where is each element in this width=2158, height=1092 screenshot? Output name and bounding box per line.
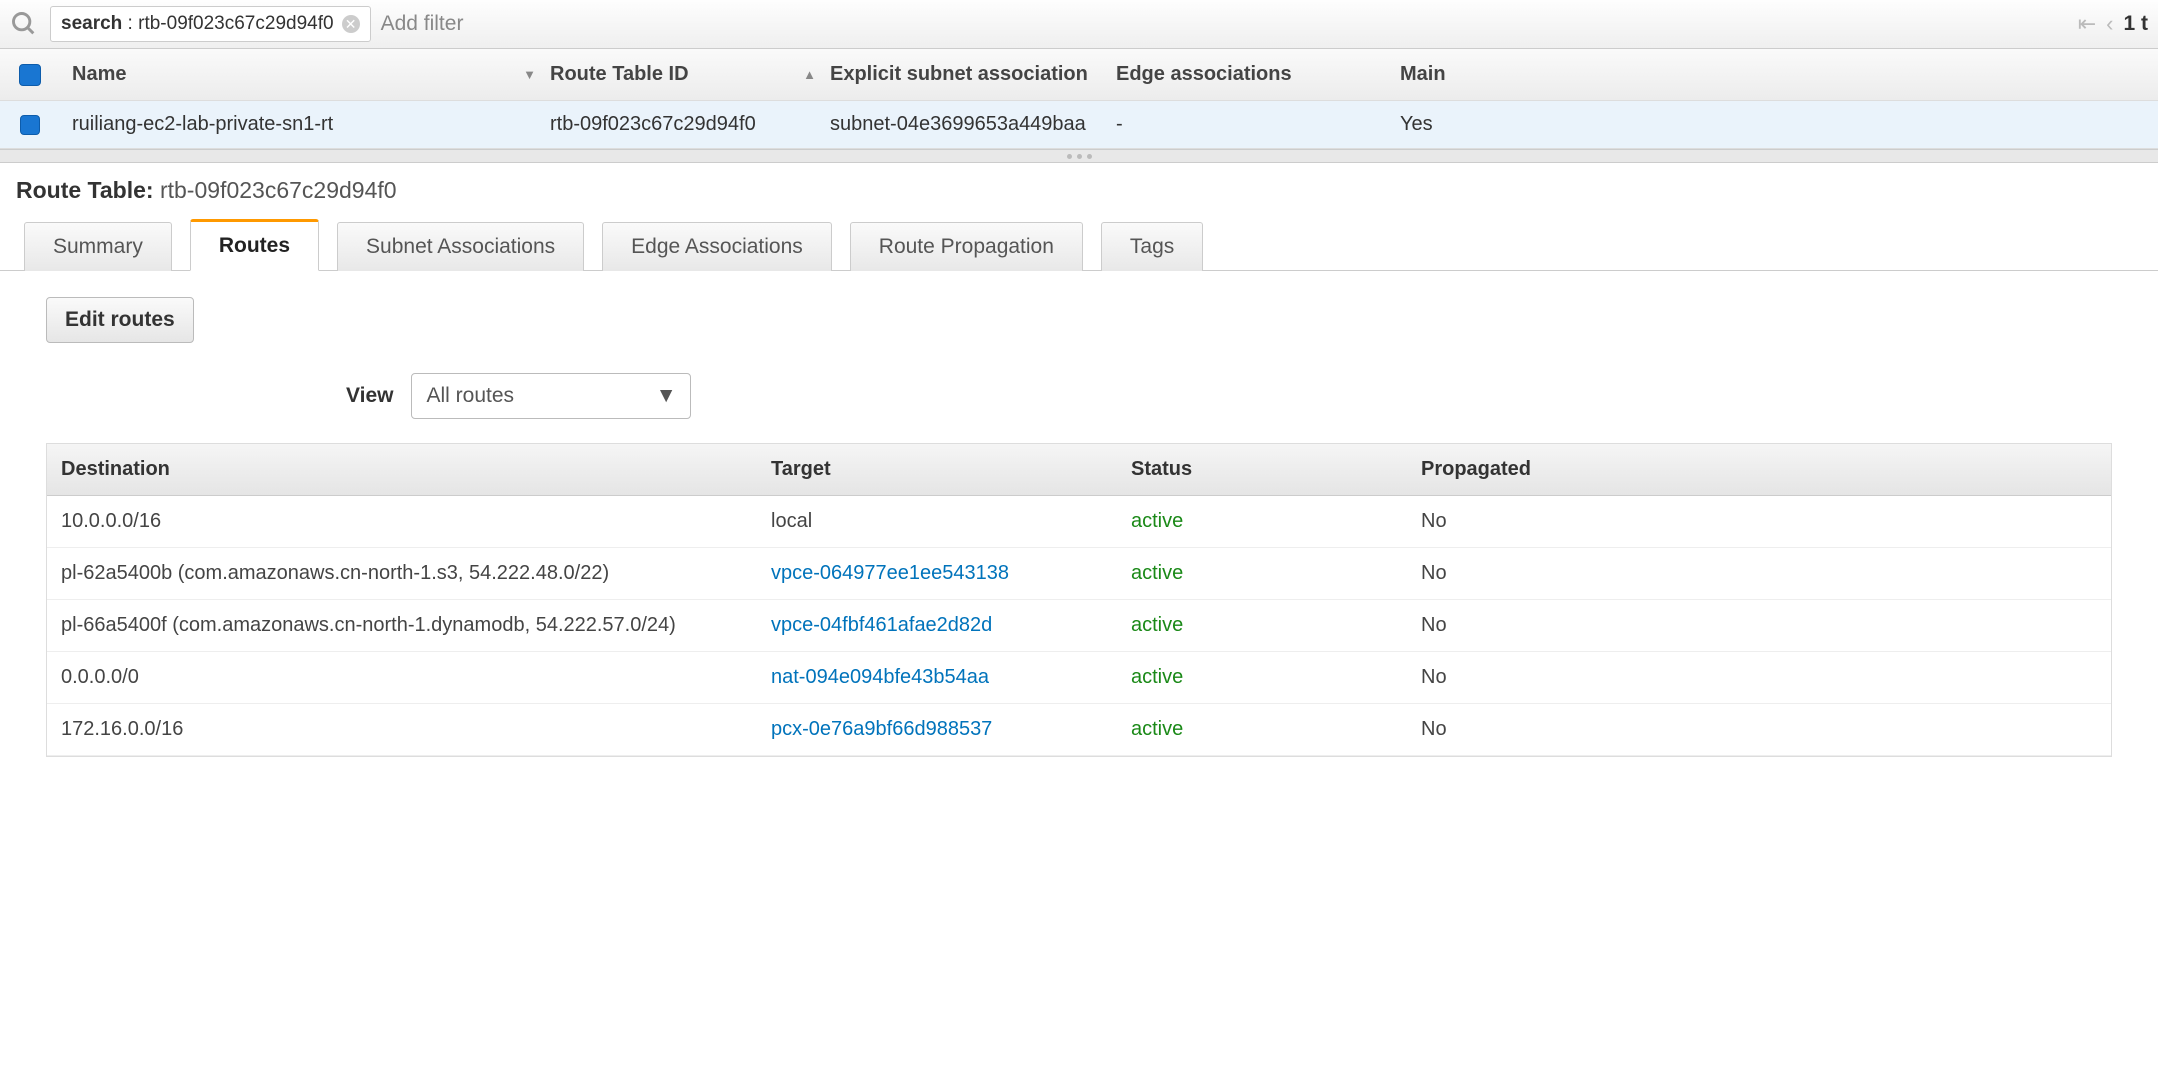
detail-label: Route Table: bbox=[16, 177, 154, 203]
view-filter-row: View All routes ▼ bbox=[346, 373, 2112, 419]
tab-summary[interactable]: Summary bbox=[24, 222, 172, 271]
routes-row: pl-66a5400f (com.amazonaws.cn-north-1.dy… bbox=[47, 600, 2111, 652]
sort-asc-icon: ▲ bbox=[803, 67, 816, 82]
col-name[interactable]: Name ▼ bbox=[60, 63, 550, 86]
target-link[interactable]: pcx-0e76a9bf66d988537 bbox=[771, 718, 992, 740]
tab-subnet-associations[interactable]: Subnet Associations bbox=[337, 222, 584, 271]
cell-status: active bbox=[1117, 496, 1407, 547]
edit-routes-button[interactable]: Edit routes bbox=[46, 297, 194, 343]
detail-header: Route Table: rtb-09f023c67c29d94f0 bbox=[0, 163, 2158, 218]
cell-subnet: subnet-04e3699653a449baa bbox=[830, 113, 1110, 136]
routes-panel: Edit routes View All routes ▼ Destinatio… bbox=[0, 271, 2158, 783]
cell-destination: 0.0.0.0/0 bbox=[47, 652, 757, 703]
tab-route-propagation[interactable]: Route Propagation bbox=[850, 222, 1083, 271]
cell-destination: pl-66a5400f (com.amazonaws.cn-north-1.dy… bbox=[47, 600, 757, 651]
cell-propagated: No bbox=[1407, 652, 2111, 703]
status-badge: active bbox=[1131, 614, 1183, 636]
cell-status: active bbox=[1117, 652, 1407, 703]
target-link[interactable]: vpce-064977ee1ee543138 bbox=[771, 562, 1009, 584]
col-target[interactable]: Target bbox=[757, 444, 1117, 495]
routes-table: Destination Target Status Propagated 10.… bbox=[46, 443, 2112, 757]
col-status[interactable]: Status bbox=[1117, 444, 1407, 495]
view-label: View bbox=[346, 384, 393, 408]
routes-row: 172.16.0.0/16 pcx-0e76a9bf66d988537 active… bbox=[47, 704, 2111, 756]
filter-bar: search : rtb-09f023c67c29d94f0 ✕ Add fil… bbox=[0, 0, 2158, 49]
status-badge: active bbox=[1131, 562, 1183, 584]
search-icon bbox=[10, 10, 38, 38]
filter-chip[interactable]: search : rtb-09f023c67c29d94f0 ✕ bbox=[50, 6, 371, 42]
cell-target: vpce-064977ee1ee543138 bbox=[757, 548, 1117, 599]
pager: ⇤ ‹ 1 t bbox=[2064, 11, 2148, 37]
filter-value: rtb-09f023c67c29d94f0 bbox=[138, 13, 333, 35]
cell-target: vpce-04fbf461afae2d82d bbox=[757, 600, 1117, 651]
status-badge: active bbox=[1131, 510, 1183, 532]
col-propagated[interactable]: Propagated bbox=[1407, 444, 2111, 495]
routes-row: 10.0.0.0/16local active No bbox=[47, 496, 2111, 548]
col-edge-associations[interactable]: Edge associations bbox=[1110, 63, 1400, 86]
cell-status: active bbox=[1117, 600, 1407, 651]
col-route-table-id[interactable]: Route Table ID ▲ bbox=[550, 63, 830, 86]
tab-routes[interactable]: Routes bbox=[190, 219, 319, 271]
cell-propagated: No bbox=[1407, 704, 2111, 755]
cell-target: pcx-0e76a9bf66d988537 bbox=[757, 704, 1117, 755]
cell-route-table-id: rtb-09f023c67c29d94f0 bbox=[550, 113, 830, 136]
target-link[interactable]: vpce-04fbf461afae2d82d bbox=[771, 614, 992, 636]
cell-status: active bbox=[1117, 548, 1407, 599]
tab-edge-associations[interactable]: Edge Associations bbox=[602, 222, 832, 271]
col-destination[interactable]: Destination bbox=[47, 444, 757, 495]
status-badge: active bbox=[1131, 666, 1183, 688]
cell-propagated: No bbox=[1407, 600, 2111, 651]
cell-target: nat-094e094bfe43b54aa bbox=[757, 652, 1117, 703]
select-all-checkbox[interactable] bbox=[0, 64, 60, 86]
col-main[interactable]: Main bbox=[1400, 63, 1540, 86]
table-header-row: Name ▼ Route Table ID ▲ Explicit subnet … bbox=[0, 49, 2158, 101]
table-row[interactable]: ruiliang-ec2-lab-private-sn1-rt rtb-09f0… bbox=[0, 101, 2158, 149]
routes-row: pl-62a5400b (com.amazonaws.cn-north-1.s3… bbox=[47, 548, 2111, 600]
cell-edge: - bbox=[1110, 113, 1400, 136]
cell-main: Yes bbox=[1400, 113, 1540, 136]
page-first-icon[interactable]: ⇤ bbox=[2078, 11, 2096, 37]
status-badge: active bbox=[1131, 718, 1183, 740]
tab-tags[interactable]: Tags bbox=[1101, 222, 1203, 271]
remove-filter-icon[interactable]: ✕ bbox=[342, 15, 360, 33]
routes-header-row: Destination Target Status Propagated bbox=[47, 444, 2111, 496]
add-filter-input[interactable]: Add filter bbox=[381, 12, 2064, 36]
view-select[interactable]: All routes ▼ bbox=[411, 373, 691, 419]
view-selected-value: All routes bbox=[426, 384, 514, 408]
cell-propagated: No bbox=[1407, 548, 2111, 599]
page-prev-icon[interactable]: ‹ bbox=[2106, 11, 2113, 37]
detail-tabs: Summary Routes Subnet Associations Edge … bbox=[0, 218, 2158, 271]
target-link[interactable]: nat-094e094bfe43b54aa bbox=[771, 666, 989, 688]
cell-destination: pl-62a5400b (com.amazonaws.cn-north-1.s3… bbox=[47, 548, 757, 599]
cell-target: local bbox=[757, 496, 1117, 547]
cell-status: active bbox=[1117, 704, 1407, 755]
page-count: 1 t bbox=[2123, 12, 2148, 36]
sort-icon: ▼ bbox=[523, 67, 536, 82]
cell-destination: 172.16.0.0/16 bbox=[47, 704, 757, 755]
route-table-list: Name ▼ Route Table ID ▲ Explicit subnet … bbox=[0, 49, 2158, 149]
panel-splitter[interactable] bbox=[0, 149, 2158, 163]
row-checkbox[interactable] bbox=[0, 115, 60, 135]
col-subnet-association[interactable]: Explicit subnet association bbox=[830, 63, 1110, 86]
detail-value: rtb-09f023c67c29d94f0 bbox=[160, 177, 397, 203]
chevron-down-icon: ▼ bbox=[656, 384, 677, 408]
cell-propagated: No bbox=[1407, 496, 2111, 547]
routes-row: 0.0.0.0/0 nat-094e094bfe43b54aa active No bbox=[47, 652, 2111, 704]
cell-name: ruiliang-ec2-lab-private-sn1-rt bbox=[60, 113, 550, 136]
filter-key: search bbox=[61, 13, 122, 35]
cell-destination: 10.0.0.0/16 bbox=[47, 496, 757, 547]
